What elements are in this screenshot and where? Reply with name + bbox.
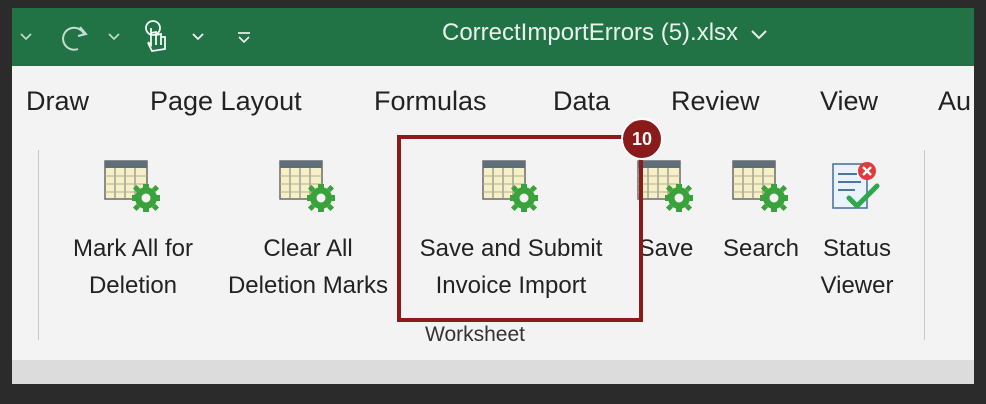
button-label-line1: Status bbox=[822, 235, 892, 262]
ribbon-bottom-strip bbox=[12, 360, 974, 384]
button-label-line1: Search bbox=[722, 235, 800, 262]
group-divider bbox=[924, 150, 925, 340]
status-viewer-icon bbox=[827, 158, 887, 214]
excel-window: CorrectImportErrors (5).xlsx Draw Page L… bbox=[12, 8, 974, 384]
tab-draw[interactable]: Draw bbox=[26, 86, 89, 117]
redo-icon[interactable] bbox=[58, 8, 98, 66]
screenshot-frame: CorrectImportErrors (5).xlsx Draw Page L… bbox=[0, 0, 986, 404]
search-button[interactable]: Search bbox=[712, 158, 810, 267]
table-gear-icon bbox=[103, 158, 163, 214]
tab-data[interactable]: Data bbox=[553, 86, 610, 117]
customize-toolbar-icon[interactable] bbox=[234, 8, 254, 66]
tab-page-layout[interactable]: Page Layout bbox=[150, 86, 302, 117]
tab-automate-partial[interactable]: Au bbox=[938, 86, 971, 117]
button-label-line1: Clear All bbox=[263, 235, 353, 262]
chevron-down-icon[interactable] bbox=[106, 8, 122, 66]
window-title[interactable]: CorrectImportErrors (5).xlsx bbox=[442, 19, 767, 47]
touch-mode-icon[interactable] bbox=[136, 8, 176, 66]
group-divider bbox=[38, 150, 39, 340]
title-chevron-icon bbox=[750, 19, 767, 46]
table-gear-icon bbox=[636, 158, 696, 214]
callout-highlight-box bbox=[397, 135, 643, 322]
mark-all-for-deletion-button[interactable]: Mark All for Deletion bbox=[56, 158, 210, 304]
group-label-worksheet: Worksheet bbox=[425, 323, 525, 346]
callout-number-badge: 10 bbox=[621, 118, 663, 160]
tab-formulas[interactable]: Formulas bbox=[374, 86, 487, 117]
tab-review[interactable]: Review bbox=[671, 86, 760, 117]
table-gear-icon bbox=[278, 158, 338, 214]
button-label-line1: Mark All for bbox=[72, 235, 194, 262]
clear-all-deletion-marks-button[interactable]: Clear All Deletion Marks bbox=[214, 158, 402, 304]
file-name: CorrectImportErrors (5).xlsx bbox=[442, 19, 739, 46]
button-label-line2: Deletion Marks bbox=[227, 272, 389, 299]
table-gear-icon bbox=[731, 158, 791, 214]
tab-view[interactable]: View bbox=[820, 86, 878, 117]
ribbon-tabs: Draw Page Layout Formulas Data Review Vi… bbox=[12, 66, 974, 136]
chevron-down-icon[interactable] bbox=[188, 8, 208, 66]
chevron-down-icon[interactable] bbox=[16, 8, 36, 66]
title-bar: CorrectImportErrors (5).xlsx bbox=[12, 8, 974, 66]
button-label-line2: Deletion bbox=[88, 272, 178, 299]
button-label-line2: Viewer bbox=[820, 272, 894, 299]
status-viewer-button[interactable]: Status Viewer bbox=[810, 158, 904, 304]
